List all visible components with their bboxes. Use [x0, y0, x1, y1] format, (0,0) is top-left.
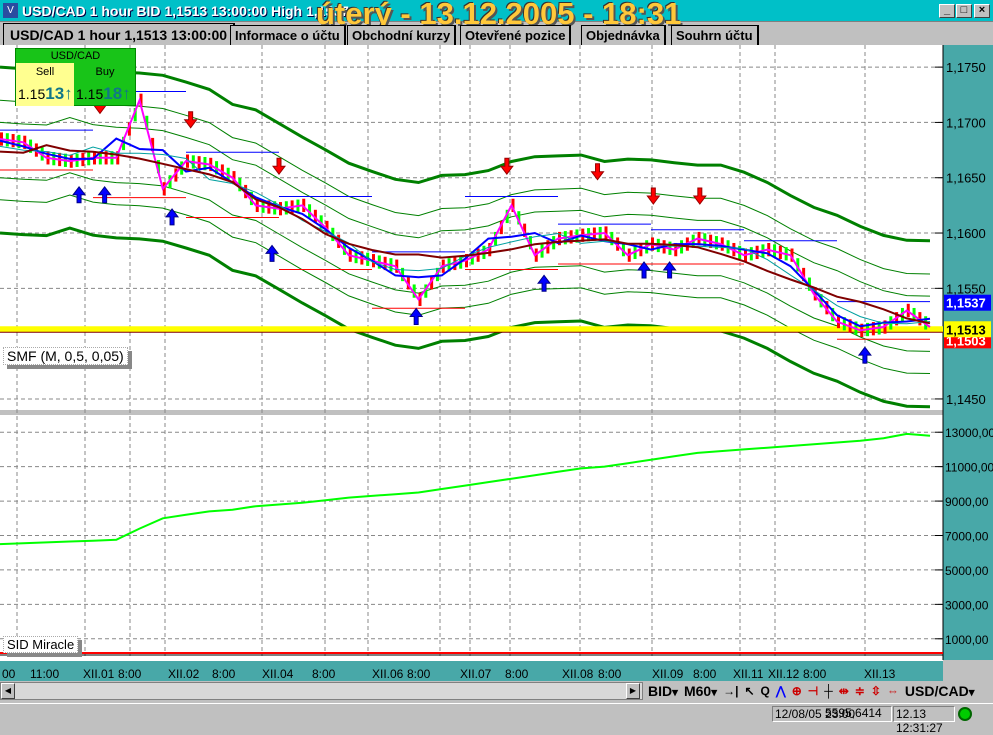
- tab-trading-rates[interactable]: Obchodní kurzy: [347, 25, 457, 45]
- time-axis-label: XII.02: [168, 667, 200, 681]
- time-axis-label: 8:00: [407, 667, 431, 681]
- tab-bar: USD/CAD 1 hour 1,1513 13:00:00 Informace…: [0, 23, 993, 45]
- window-title: USD/CAD 1 hour BID 1,1513 13:00:00 High …: [22, 3, 349, 19]
- time-axis-label: 11:00: [30, 667, 60, 681]
- time-axis-label: 8:00: [505, 667, 529, 681]
- timeframe-select[interactable]: M60▾: [684, 683, 717, 699]
- buy-button[interactable]: Buy 1.1518↑: [74, 63, 136, 106]
- close-button[interactable]: ×: [974, 4, 990, 18]
- buy-label: Buy: [95, 66, 115, 78]
- time-axis-label: XII.11: [733, 667, 764, 681]
- equity-tick-label: 13000,00: [945, 426, 993, 440]
- price-tick-label: 1,1700: [946, 115, 986, 130]
- quote-pair: USD/CAD: [50, 50, 101, 62]
- equity-tick-label: 5000,00: [945, 564, 989, 578]
- time-axis-label: XII.01: [83, 667, 115, 681]
- time-axis-label: XII.08: [562, 667, 594, 681]
- tool-vline-icon[interactable]: ⊣: [808, 684, 818, 698]
- tab-chart[interactable]: USD/CAD 1 hour 1,1513 13:00:00: [3, 23, 236, 45]
- chart-toolbar: BID▾ M60▾ →| ↖ Q ⋀ ⊕ ⊣ ┼ ⇹ ≑ ⇳ ⇔ USD/CAD…: [648, 682, 975, 700]
- time-axis-label: 8:00: [312, 667, 336, 681]
- tool-cursor-icon[interactable]: ↖: [744, 684, 754, 698]
- time-axis-label: 8:00: [212, 667, 236, 681]
- tool-end-icon[interactable]: →|: [723, 684, 738, 698]
- quote-widget: USD/CAD Sell 1.1513↑ Buy 1.1518↑: [15, 48, 136, 106]
- up-arrow-icon: ↑: [64, 84, 73, 103]
- sell-pips: 13: [45, 84, 65, 103]
- sell-price-prefix: 1.15: [18, 86, 46, 102]
- time-axis-label: XII.12: [768, 667, 800, 681]
- sell-button[interactable]: Sell 1.1513↑: [16, 63, 74, 106]
- status-value: 5595,6414: [825, 706, 882, 720]
- price-tick-label: 1,1750: [946, 60, 986, 75]
- time-axis-label: 8:00: [118, 667, 142, 681]
- chart-background: [0, 45, 943, 660]
- time-axis-label: XII.04: [262, 667, 294, 681]
- current-price-line: [0, 326, 943, 333]
- time-axis-label: 8:00: [598, 667, 622, 681]
- time-axis-label: 8:00: [693, 667, 717, 681]
- price-tick-label: 1,1600: [946, 226, 986, 241]
- tool-vzoom-icon[interactable]: ⇳: [871, 684, 881, 698]
- chart-svg[interactable]: 1,1750 1,1700 1,1650 1,1600 1,1550 1,1450 1300…: [0, 45, 993, 660]
- price-type-select[interactable]: BID▾: [648, 683, 678, 699]
- buy-price-prefix: 1.15: [76, 86, 104, 102]
- equity-tick-label: 7000,00: [945, 530, 989, 544]
- price-tick-label: 1,1450: [946, 392, 986, 407]
- equity-tick-label: 9000,00: [945, 495, 989, 509]
- status-bar: 12/08/05 23:00 5595,6414 12.13 12:31:27: [0, 703, 993, 735]
- current-price-tag-label: 1,1513: [946, 322, 986, 337]
- horizontal-scrollbar[interactable]: ◀ ▶: [0, 682, 643, 700]
- sell-label: Sell: [35, 66, 55, 78]
- price-tick-label: 1,1550: [946, 281, 986, 296]
- chart-area[interactable]: 1,1750 1,1700 1,1650 1,1600 1,1550 1,1450 1300…: [0, 45, 993, 660]
- sid-indicator-label: SID Miracle: [3, 636, 79, 653]
- time-axis-label: 00: [2, 667, 16, 681]
- time-axis-label: 8:00: [803, 667, 827, 681]
- tool-zoom-icon[interactable]: ⊕: [792, 684, 802, 698]
- price-tick-label: 1,1650: [946, 171, 986, 186]
- time-axis: 00 11:00 XII.01 8:00 XII.02 8:00 XII.04 8:00 XII…: [0, 660, 943, 681]
- time-axis-label: XII.09: [652, 667, 684, 681]
- tool-hzoom-icon[interactable]: ⇔: [887, 684, 899, 698]
- tool-channel-icon[interactable]: ⇹: [839, 684, 849, 698]
- title-bar: V USD/CAD 1 hour BID 1,1513 13:00:00 Hig…: [0, 0, 993, 31]
- tool-trendline-icon[interactable]: ⋀: [776, 684, 786, 698]
- tab-account-summary[interactable]: Souhrn účtu: [671, 25, 759, 45]
- tool-fibo-icon[interactable]: ≑: [855, 684, 865, 698]
- scroll-left-button[interactable]: ◀: [1, 683, 15, 699]
- equity-tick-label: 3000,00: [945, 598, 989, 612]
- time-axis-label: XII.13: [864, 667, 896, 681]
- equity-tick-label: 1000,00: [945, 633, 989, 647]
- connection-status-icon: [958, 707, 972, 721]
- high-price-tag-label: 1,1537: [946, 296, 986, 311]
- panel-separator: [0, 410, 943, 415]
- app-logo-icon: V: [3, 3, 18, 18]
- buy-pips: 18: [103, 84, 123, 103]
- minimize-button[interactable]: _: [939, 4, 955, 18]
- maximize-button[interactable]: □: [956, 4, 972, 18]
- tool-quote-icon[interactable]: Q: [761, 684, 770, 698]
- status-clock: 12.13 12:31:27: [893, 706, 955, 735]
- tab-order[interactable]: Objednávka: [581, 25, 666, 45]
- tab-account-info[interactable]: Informace o účtu: [230, 25, 346, 45]
- tool-crosshair-icon[interactable]: ┼: [824, 684, 833, 698]
- scroll-right-button[interactable]: ▶: [626, 683, 640, 699]
- time-axis-label: XII.07: [460, 667, 492, 681]
- equity-tick-label: 11000,00: [945, 461, 993, 475]
- smf-indicator-label: SMF (M, 0,5, 0,05): [3, 347, 128, 365]
- up-arrow-icon: ↑: [122, 84, 131, 103]
- tab-open-positions[interactable]: Otevřené pozice: [460, 25, 572, 45]
- symbol-select[interactable]: USD/CAD▾: [905, 683, 975, 699]
- time-axis-label: XII.06: [372, 667, 404, 681]
